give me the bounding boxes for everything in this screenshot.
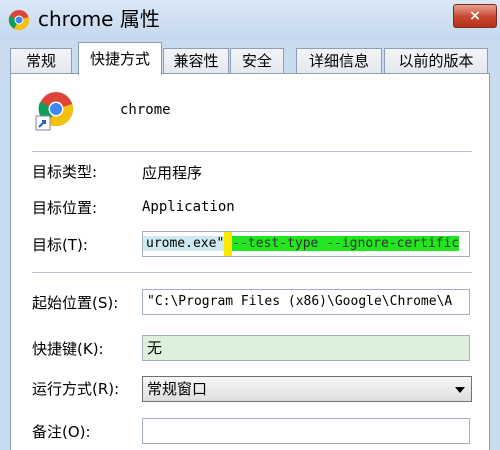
target-location-label: 目标位置: xyxy=(32,199,98,217)
chrome-shortcut-icon xyxy=(35,92,73,131)
run-select-value: 常规窗口 xyxy=(147,380,208,398)
tab-details[interactable]: 详细信息 xyxy=(296,48,382,74)
target-args-text: --test-type --ignore-certific xyxy=(232,236,460,251)
target-type-label: 目标类型: xyxy=(32,163,98,181)
hotkey-label: 快捷键(K): xyxy=(32,340,104,358)
tab-previous-versions[interactable]: 以前的版本 xyxy=(384,48,488,74)
target-label: 目标(T): xyxy=(32,236,88,254)
divider xyxy=(32,151,472,152)
chrome-icon xyxy=(8,10,29,31)
tab-compatibility[interactable]: 兼容性 xyxy=(163,48,229,74)
window-title: chrome 属性 xyxy=(38,7,160,31)
target-exe-text: urome.exe" xyxy=(143,236,225,251)
tab-strip: 常规 快捷方式 兼容性 安全 详细信息 以前的版本 xyxy=(10,42,490,75)
comment-input[interactable] xyxy=(142,418,470,444)
tab-security[interactable]: 安全 xyxy=(230,48,284,74)
start-in-label: 起始位置(S): xyxy=(32,294,119,312)
close-button[interactable]: × xyxy=(453,4,497,28)
title-bar: chrome 属性 × xyxy=(0,0,500,40)
divider xyxy=(32,272,472,273)
hotkey-input[interactable]: 无 xyxy=(142,335,470,361)
comment-label: 备注(O): xyxy=(32,423,91,441)
chevron-down-icon xyxy=(455,387,465,393)
start-in-input[interactable]: "C:\Program Files (x86)\Google\Chrome\A xyxy=(142,289,470,315)
target-input[interactable]: urome.exe" --test-type --ignore-certific xyxy=(142,231,470,257)
target-location-value: Application xyxy=(142,199,235,215)
run-label: 运行方式(R): xyxy=(32,380,120,398)
shortcut-name: chrome xyxy=(120,102,171,118)
tab-shortcut[interactable]: 快捷方式 xyxy=(78,42,162,75)
tab-general[interactable]: 常规 xyxy=(10,48,72,74)
run-select[interactable]: 常规窗口 xyxy=(142,376,472,402)
target-type-value: 应用程序 xyxy=(142,164,203,182)
